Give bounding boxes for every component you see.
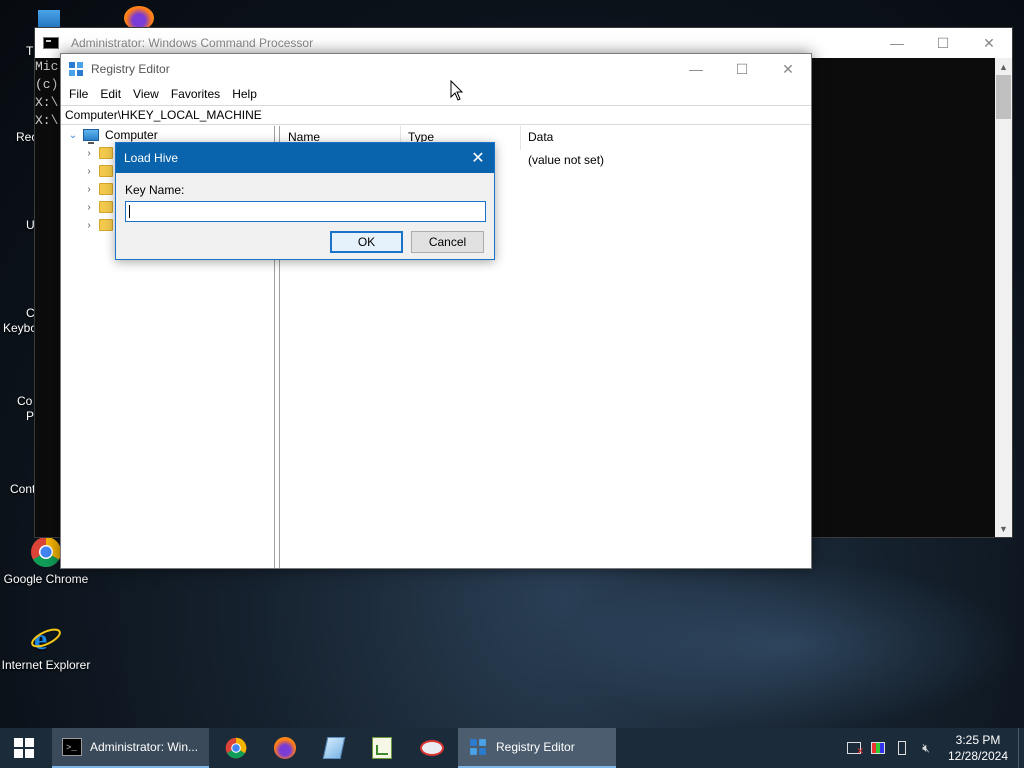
scroll-down-arrow-icon[interactable]: ▼	[995, 520, 1012, 537]
cmd-window-controls: — ☐ ✕	[874, 28, 1012, 58]
key-name-label: Key Name:	[125, 183, 185, 197]
desktop-label-fragment: T	[26, 44, 34, 58]
chevron-right-icon[interactable]: ›	[83, 202, 95, 213]
minimize-button[interactable]: —	[874, 28, 920, 58]
key-name-input[interactable]	[125, 201, 486, 222]
ok-button[interactable]: OK	[330, 231, 403, 253]
cmd-window-title: Administrator: Windows Command Processor	[71, 36, 314, 50]
taskbar-item-label: Registry Editor	[496, 740, 575, 754]
chevron-down-icon[interactable]: ⌄	[67, 130, 79, 141]
registry-title-bar[interactable]: Registry Editor — ☐ ✕	[61, 54, 811, 83]
firefox-icon	[274, 737, 296, 759]
clock-date: 12/28/2024	[947, 749, 1009, 763]
network-icon[interactable]: ✕	[842, 728, 866, 768]
cmd-app-icon	[43, 37, 59, 49]
close-button[interactable]: ✕	[765, 54, 811, 84]
taskbar-clock[interactable]: 3:25 PM 12/28/2024	[938, 728, 1018, 768]
scroll-thumb[interactable]	[996, 75, 1011, 119]
regedit-icon	[468, 738, 488, 756]
folder-icon	[99, 219, 113, 231]
cmd-icon: >_	[62, 738, 82, 756]
taskbar-pin-spreadsheet[interactable]	[358, 728, 406, 768]
speaker-muted-icon[interactable]: 🔇︎	[914, 728, 938, 768]
internet-explorer-icon: e	[30, 622, 62, 656]
load-hive-dialog[interactable]: Load Hive ✕ Key Name: OK Cancel	[115, 142, 495, 260]
spreadsheet-icon	[372, 737, 392, 759]
registry-editor-window[interactable]: Registry Editor — ☐ ✕ File Edit View Fav…	[60, 53, 812, 569]
display-icon[interactable]	[866, 728, 890, 768]
desktop-label-fragment: P	[26, 409, 35, 423]
regedit-icon	[68, 61, 84, 77]
desktop-label-fragment: Keybo	[3, 321, 38, 335]
menu-file[interactable]: File	[63, 87, 94, 101]
value-data-cell: (value not set)	[528, 153, 605, 167]
column-header-data[interactable]: Data	[521, 126, 721, 150]
computer-icon	[83, 129, 99, 144]
tree-node-label: Computer	[105, 128, 158, 142]
chrome-icon	[225, 737, 247, 759]
dialog-title-bar[interactable]: Load Hive ✕	[116, 143, 494, 173]
text-caret	[129, 205, 130, 218]
menu-bar: File Edit View Favorites Help	[61, 83, 811, 105]
folder-icon	[99, 147, 113, 159]
scroll-up-arrow-icon[interactable]: ▲	[995, 58, 1012, 75]
chevron-right-icon[interactable]: ›	[83, 148, 95, 159]
taskbar-pin-chrome[interactable]	[212, 728, 260, 768]
chevron-right-icon[interactable]: ›	[83, 184, 95, 195]
folder-icon	[99, 165, 113, 177]
menu-help[interactable]: Help	[226, 87, 263, 101]
desktop-label-fragment: Co	[17, 394, 33, 408]
desktop-icon-internet-explorer[interactable]: e Internet Explorer	[0, 622, 92, 672]
desktop-background-glow	[560, 560, 1020, 730]
usb-drive-icon[interactable]	[890, 728, 914, 768]
close-button[interactable]: ✕	[966, 28, 1012, 58]
registry-window-controls: — ☐ ✕	[673, 54, 811, 84]
menu-edit[interactable]: Edit	[94, 87, 127, 101]
registry-window-title: Registry Editor	[91, 61, 170, 76]
taskbar-item-label: Administrator: Win...	[90, 740, 199, 754]
cancel-button[interactable]: Cancel	[411, 231, 484, 253]
chevron-right-icon[interactable]: ›	[83, 166, 95, 177]
windows-logo-icon	[14, 738, 34, 758]
taskbar-pin-paint[interactable]	[408, 728, 456, 768]
chrome-icon	[30, 536, 62, 568]
folder-icon	[99, 201, 113, 213]
clock-time: 3:25 PM	[955, 733, 1001, 747]
desktop-icon-label: Internet Explorer	[1, 658, 91, 672]
minimize-button[interactable]: —	[673, 54, 719, 84]
dialog-close-button[interactable]: ✕	[462, 143, 494, 173]
taskbar-item-registry-editor[interactable]: Registry Editor	[458, 728, 616, 768]
maximize-button[interactable]: ☐	[719, 54, 765, 84]
menu-favorites[interactable]: Favorites	[165, 87, 226, 101]
mouse-pointer-icon	[450, 79, 464, 102]
paint-icon	[420, 740, 444, 756]
chevron-right-icon[interactable]: ›	[83, 220, 95, 231]
taskbar-item-cmd[interactable]: >_ Administrator: Win...	[52, 728, 209, 768]
address-bar[interactable]: Computer\HKEY_LOCAL_MACHINE	[61, 105, 811, 125]
dialog-title: Load Hive	[124, 151, 179, 165]
notepad-icon	[322, 737, 346, 759]
show-desktop-button[interactable]	[1018, 728, 1024, 768]
desktop-icon-label: Google Chrome	[3, 572, 89, 586]
cmd-vertical-scrollbar[interactable]: ▲ ▼	[995, 58, 1012, 537]
taskbar-pin-firefox[interactable]	[261, 728, 309, 768]
start-button[interactable]	[0, 728, 48, 768]
menu-view[interactable]: View	[127, 87, 165, 101]
taskbar-pin-notepad[interactable]	[310, 728, 358, 768]
maximize-button[interactable]: ☐	[920, 28, 966, 58]
folder-icon	[99, 183, 113, 195]
system-tray: ✕ 🔇︎ 3:25 PM 12/28/2024	[842, 728, 1024, 768]
desktop-label-fragment: Cont	[10, 482, 36, 496]
taskbar: >_ Administrator: Win... Registry Editor…	[0, 728, 1024, 768]
